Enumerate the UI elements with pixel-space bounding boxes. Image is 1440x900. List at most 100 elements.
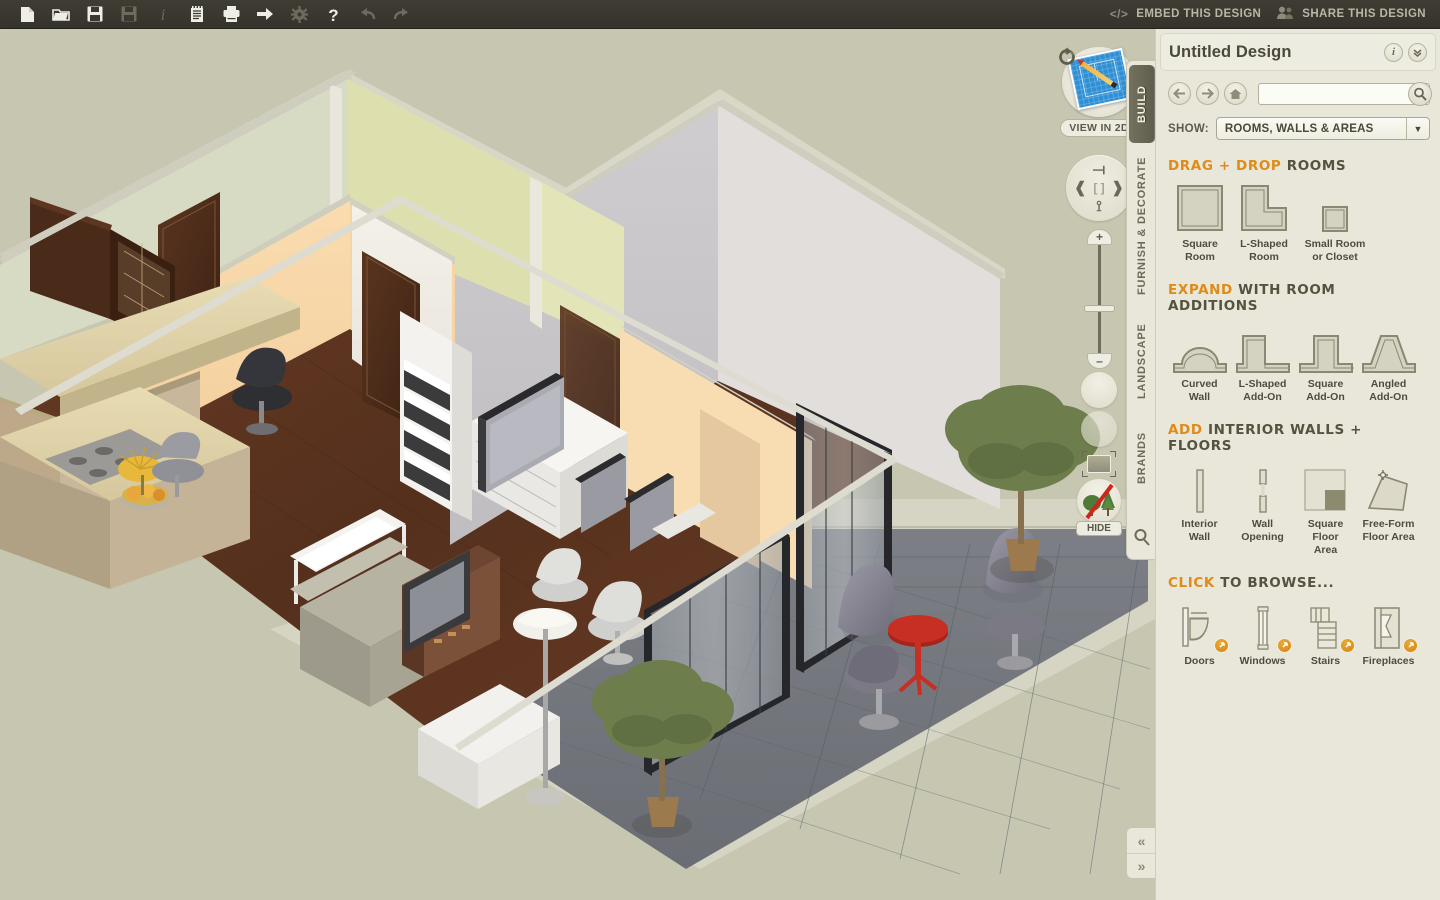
tool-curved-wall[interactable]: Curved Wall — [1168, 320, 1231, 404]
people-icon — [1277, 6, 1294, 22]
tool-doors[interactable]: Doors — [1168, 597, 1231, 668]
search-button[interactable] — [1408, 81, 1432, 106]
show-select[interactable]: ROOMS, WALLS & AREAS ▼ — [1215, 117, 1430, 140]
export-icon[interactable] — [248, 0, 282, 29]
zoom-out-button[interactable]: – — [1087, 353, 1112, 369]
browse-badge-icon — [1340, 638, 1355, 653]
open-folder-icon[interactable] — [44, 0, 78, 29]
tool-small-room[interactable]: Small Room or Closet — [1296, 180, 1374, 264]
undo-icon[interactable] — [350, 0, 384, 29]
tool-label: L-Shaped Add-On — [1238, 378, 1287, 403]
print-icon[interactable] — [214, 0, 248, 29]
stairs-icon — [1294, 597, 1357, 653]
browse-badge-icon — [1214, 638, 1229, 653]
wall-opening-icon — [1231, 460, 1294, 514]
tool-l-shaped-room[interactable]: L-Shaped Room — [1232, 180, 1296, 264]
collapse-right-button[interactable]: » — [1127, 853, 1156, 878]
pan-up-arrow[interactable]: ⟞ — [1093, 162, 1105, 177]
collapse-left-button[interactable]: « — [1127, 828, 1156, 853]
toolbar-tools: i ? — [0, 0, 418, 29]
search-icon[interactable] — [1133, 528, 1151, 551]
redo-icon[interactable] — [384, 0, 418, 29]
tool-free-form-floor-area[interactable]: Free-Form Floor Area — [1357, 460, 1420, 544]
tool-interior-wall[interactable]: Interior Wall — [1168, 460, 1231, 544]
pan-dpad[interactable]: ⟞ ⟟ ❰ ❱ [ ] — [1066, 155, 1132, 221]
zoom-handle[interactable] — [1084, 305, 1115, 312]
nav-home-button[interactable] — [1224, 82, 1247, 105]
pan-down-arrow[interactable]: ⟟ — [1096, 199, 1102, 214]
nav-forward-button[interactable] — [1196, 82, 1219, 105]
panel-collapse-controls: « » — [1126, 827, 1156, 879]
l-shaped-room-icon — [1232, 180, 1296, 234]
camera-frame-button[interactable] — [1082, 451, 1116, 477]
section-items: Square Room L-Shaped Room Small Room or … — [1168, 180, 1428, 264]
browse-badge-icon — [1403, 638, 1418, 653]
section-title-rest: ROOMS — [1281, 158, 1347, 174]
tool-label: Square Floor Area — [1307, 518, 1344, 556]
square-addon-icon — [1294, 320, 1357, 374]
save-icon[interactable] — [78, 0, 112, 29]
fireplaces-icon — [1357, 597, 1420, 653]
tool-wall-opening[interactable]: Wall Opening — [1231, 460, 1294, 544]
chevron-down-icon[interactable] — [1408, 42, 1427, 62]
tool-l-shaped-addon[interactable]: L-Shaped Add-On — [1231, 320, 1294, 404]
embed-design-button[interactable]: </> EMBED THIS DESIGN — [1110, 7, 1262, 21]
svg-text:i: i — [161, 7, 165, 23]
pan-right-arrow[interactable]: ❱ — [1111, 181, 1124, 196]
right-panel: Untitled Design i SHOW: ROOMS, WALLS & A… — [1155, 29, 1440, 900]
sidebar-item-furnish[interactable]: FURNISH & DECORATE — [1129, 149, 1155, 303]
rotate-right-button[interactable] — [1059, 47, 1117, 447]
zoom-in-button[interactable]: + — [1087, 229, 1112, 245]
show-select-value: ROOMS, WALLS & AREAS — [1224, 122, 1374, 135]
tool-fireplaces[interactable]: Fireplaces — [1357, 597, 1420, 668]
search-input[interactable] — [1258, 82, 1430, 105]
l-shaped-addon-icon — [1231, 320, 1294, 374]
nav-back-button[interactable] — [1168, 82, 1191, 105]
tool-label: Doors — [1184, 655, 1215, 667]
tool-label: Small Room or Closet — [1304, 238, 1366, 263]
panel-search — [1258, 81, 1432, 106]
angled-addon-icon — [1357, 320, 1420, 374]
main-toolbar: i ? </> EMBED THIS DESIGN SHARE THIS DES… — [0, 0, 1440, 29]
section-title: EXPAND WITH ROOM ADDITIONS — [1168, 282, 1428, 314]
zoom-slider[interactable]: + – — [1079, 229, 1119, 369]
design-3d-viewport[interactable]: VIEW IN 2D ⟞ ⟟ ❰ ❱ [ ] + – HIDE — [0, 29, 1155, 900]
tool-label: Fireplaces — [1362, 655, 1415, 667]
category-tab-rail: BUILD FURNISH & DECORATE LANDSCAPE BRAND… — [1126, 60, 1156, 560]
section-title: CLICK TO BROWSE... — [1168, 575, 1428, 591]
sidebar-item-build[interactable]: BUILD — [1129, 65, 1155, 143]
chevron-down-icon: ▼ — [1406, 118, 1429, 139]
curved-wall-icon — [1168, 320, 1231, 374]
sidebar-item-landscape[interactable]: LANDSCAPE — [1129, 309, 1155, 413]
tool-windows[interactable]: Windows — [1231, 597, 1294, 668]
section-title: DRAG + DROP ROOMS — [1168, 158, 1428, 174]
embed-code-icon: </> — [1109, 7, 1129, 21]
save-as-icon[interactable] — [112, 0, 146, 29]
recenter-icon[interactable]: [ ] — [1093, 182, 1104, 194]
tool-square-floor-area[interactable]: Square Floor Area — [1294, 460, 1357, 557]
show-label: SHOW: — [1168, 122, 1209, 135]
new-file-icon[interactable] — [10, 0, 44, 29]
section-title-accent: ADD — [1168, 422, 1203, 438]
tool-square-addon[interactable]: Square Add-On — [1294, 320, 1357, 404]
gear-icon[interactable] — [282, 0, 316, 29]
section-items: Doors Windows Stairs Fireplaces — [1168, 597, 1428, 668]
tool-angled-addon[interactable]: Angled Add-On — [1357, 320, 1420, 404]
hide-plants-button[interactable] — [1077, 479, 1121, 523]
share-design-label: SHARE THIS DESIGN — [1302, 8, 1426, 20]
help-icon[interactable]: ? — [316, 0, 350, 29]
tool-label: Square Add-On — [1306, 378, 1345, 403]
zoom-rail — [1098, 239, 1101, 361]
info-icon[interactable]: i — [1384, 42, 1403, 62]
tool-stairs[interactable]: Stairs — [1294, 597, 1357, 668]
sidebar-item-brands[interactable]: BRANDS — [1129, 419, 1155, 497]
section-drag-drop-rooms: DRAG + DROP ROOMS Square Room L-Shaped R… — [1156, 140, 1440, 264]
share-design-button[interactable]: SHARE THIS DESIGN — [1277, 6, 1426, 22]
toolbar-actions: </> EMBED THIS DESIGN SHARE THIS DESIGN — [1110, 6, 1440, 22]
pan-left-arrow[interactable]: ❰ — [1074, 181, 1087, 196]
info-icon[interactable]: i — [146, 0, 180, 29]
tool-square-room[interactable]: Square Room — [1168, 180, 1232, 264]
rotate-left-button[interactable] — [1059, 47, 1117, 408]
notes-icon[interactable] — [180, 0, 214, 29]
section-items: Interior Wall Wall Opening Square Floor … — [1168, 460, 1428, 557]
